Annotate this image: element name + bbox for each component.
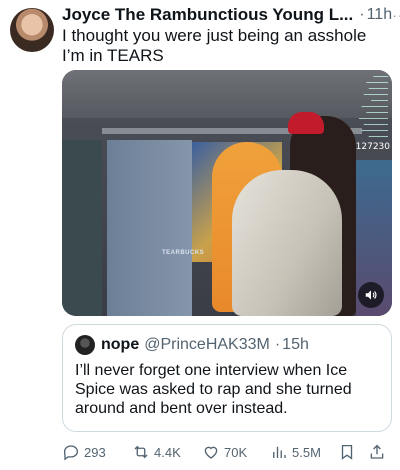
more-options-icon[interactable]: ··· bbox=[392, 7, 400, 23]
heart-icon bbox=[204, 446, 218, 459]
share-button[interactable] bbox=[368, 443, 390, 461]
unmute-button[interactable] bbox=[358, 282, 384, 308]
tweet-actions: 293 4.4K 70K 5.5M bbox=[62, 440, 392, 464]
video-stream-chat: ━━━━━━ ━━━━━━━━━ ━━━━━━━━ ━━━━━━━━━━ ━━━━━━… bbox=[359, 74, 388, 139]
reply-icon bbox=[63, 445, 79, 461]
tweet-text: I thought you were just being an asshole… bbox=[62, 26, 367, 65]
video-frame-red-cap bbox=[288, 112, 324, 134]
views-count: 5.5M bbox=[292, 444, 321, 460]
quoted-author-name: nope bbox=[101, 336, 140, 353]
tweet-time-separator: · bbox=[359, 6, 365, 23]
quoted-author-handle: @PrinceHAK33M bbox=[144, 336, 270, 353]
views-button[interactable]: 5.5M bbox=[270, 443, 321, 461]
retweet-count: 4.4K bbox=[154, 444, 181, 460]
tweet-timestamp[interactable]: 11h bbox=[367, 6, 393, 24]
share-icon bbox=[370, 444, 384, 459]
views-chart-icon bbox=[273, 446, 286, 458]
tweet-header: Joyce The Rambunctious Young L... · 11h … bbox=[62, 4, 400, 26]
author-name[interactable]: Joyce The Rambunctious Young L... bbox=[62, 5, 353, 25]
like-button[interactable]: 70K bbox=[202, 443, 247, 461]
tweet-video[interactable]: ━━━━━━ ━━━━━━━━━ ━━━━━━━━ ━━━━━━━━━━ ━━━━━━… bbox=[62, 70, 392, 316]
video-watermark: TEARBUCKS bbox=[162, 250, 205, 256]
author-avatar[interactable] bbox=[10, 8, 54, 52]
video-viewer-count: 127230 bbox=[355, 142, 390, 152]
speaker-icon bbox=[365, 290, 377, 300]
like-count: 70K bbox=[224, 444, 248, 460]
quoted-author-avatar bbox=[75, 335, 95, 355]
video-frame-door bbox=[107, 140, 192, 316]
quoted-time-separator: · bbox=[274, 336, 281, 353]
bookmark-button[interactable] bbox=[338, 443, 360, 461]
reply-button[interactable]: 293 bbox=[62, 443, 106, 461]
quoted-tweet-text: I’ll never forget one interview when Ice… bbox=[75, 362, 352, 417]
reply-count: 293 bbox=[84, 444, 106, 460]
video-frame-person bbox=[232, 170, 342, 316]
retweet-button[interactable]: 4.4K bbox=[132, 443, 181, 461]
bookmark-icon bbox=[341, 444, 353, 460]
quoted-tweet[interactable]: nope @PrinceHAK33M · 15h I’ll never forg… bbox=[62, 324, 392, 432]
video-frame-left-panel bbox=[62, 140, 102, 316]
retweet-icon bbox=[134, 445, 148, 459]
quoted-timestamp: 15h bbox=[282, 336, 309, 353]
quoted-tweet-header: nope @PrinceHAK33M · 15h bbox=[75, 335, 309, 355]
